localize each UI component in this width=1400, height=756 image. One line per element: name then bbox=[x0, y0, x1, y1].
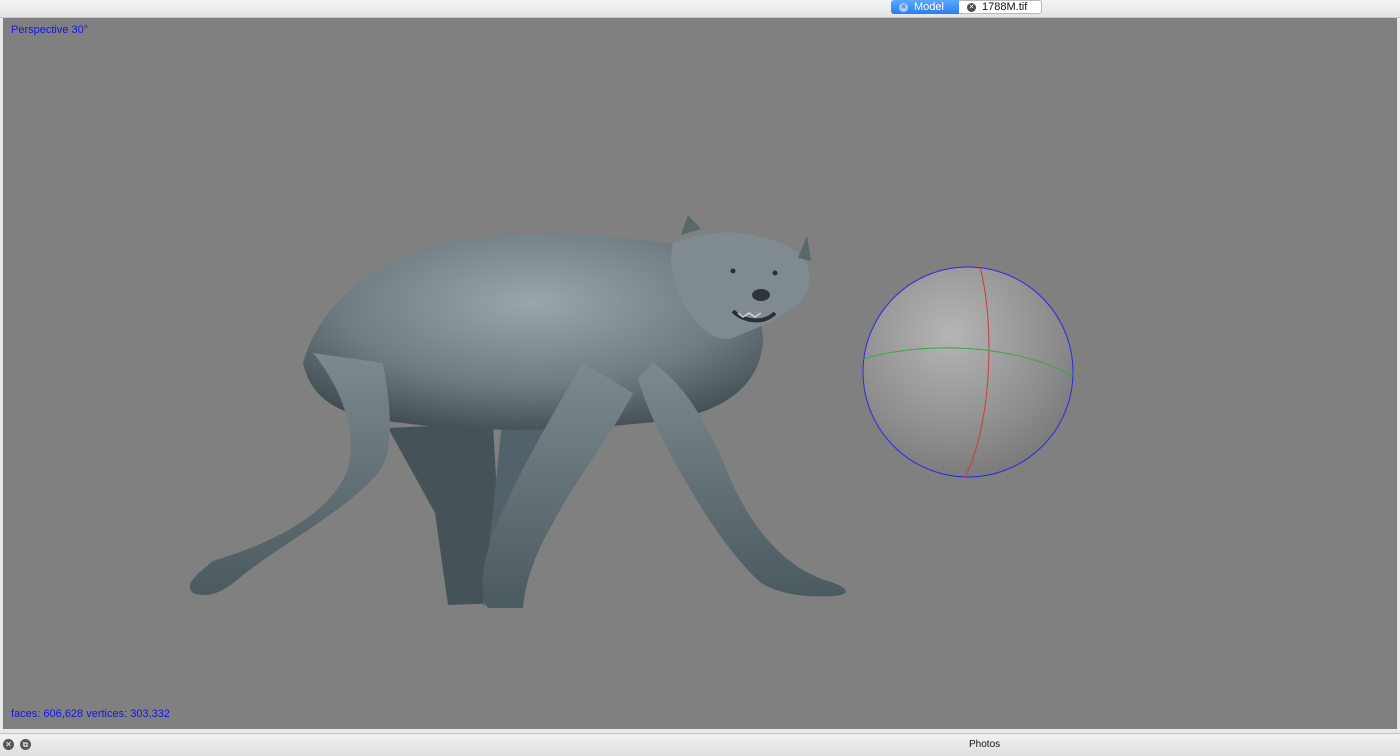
photos-panel-title: Photos bbox=[969, 739, 1001, 750]
tab-image-file-label: 1788M.tif bbox=[982, 1, 1028, 13]
photos-panel-bar: ✕ ⧉ Photos bbox=[0, 733, 1400, 756]
trackball-sphere[interactable] bbox=[860, 264, 1076, 480]
projection-label: Perspective 30° bbox=[11, 24, 89, 36]
close-tab-icon[interactable]: ✕ bbox=[967, 2, 976, 12]
close-tab-icon[interactable]: ✕ bbox=[899, 2, 908, 12]
tab-group: ✕ Model ✕ 1788M.tif bbox=[891, 0, 1042, 14]
tab-image-file[interactable]: ✕ 1788M.tif bbox=[959, 0, 1042, 14]
tab-model[interactable]: ✕ Model bbox=[891, 0, 959, 14]
mesh-stats-label: faces: 606,628 vertices: 303,332 bbox=[11, 708, 170, 720]
tab-model-label: Model bbox=[914, 1, 944, 13]
detach-panel-icon[interactable]: ⧉ bbox=[20, 739, 31, 750]
model-3d-viewport[interactable]: Perspective 30° faces: 606,628 vertices:… bbox=[3, 18, 1397, 729]
document-tab-bar: ✕ Model ✕ 1788M.tif bbox=[0, 0, 1400, 18]
close-panel-icon[interactable]: ✕ bbox=[3, 739, 14, 750]
bear-3d-model[interactable] bbox=[173, 213, 863, 608]
